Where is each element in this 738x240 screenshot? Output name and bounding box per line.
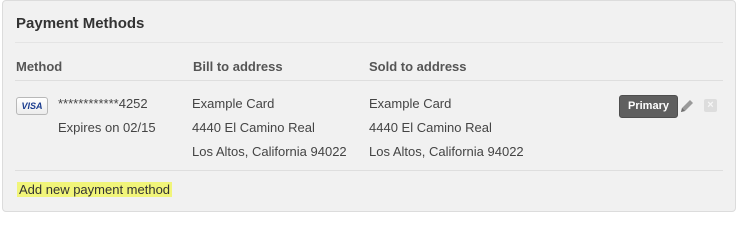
divider <box>15 42 723 43</box>
bill-to-city: Los Altos, California 94022 <box>192 144 347 159</box>
sold-to-name: Example Card <box>369 96 452 111</box>
panel-title: Payment Methods <box>16 15 145 32</box>
close-icon[interactable]: × <box>704 99 717 112</box>
divider <box>15 170 723 171</box>
card-number: ************4252 <box>58 96 148 111</box>
pencil-icon[interactable] <box>679 98 695 114</box>
primary-badge: Primary <box>619 95 678 118</box>
card-expiry: Expires on 02/15 <box>58 120 156 135</box>
column-header-sold-to: Sold to address <box>369 59 467 74</box>
sold-to-street: 4440 El Camino Real <box>369 120 492 135</box>
column-header-bill-to: Bill to address <box>193 59 283 74</box>
bill-to-street: 4440 El Camino Real <box>192 120 315 135</box>
column-header-method: Method <box>16 59 63 74</box>
bill-to-name: Example Card <box>192 96 275 111</box>
sold-to-city: Los Altos, California 94022 <box>369 144 524 159</box>
divider <box>15 80 723 81</box>
payment-methods-panel: Payment Methods Method Bill to address S… <box>2 0 736 212</box>
visa-card-icon: VISA <box>16 97 48 115</box>
add-payment-method-link[interactable]: Add new payment method <box>17 182 173 197</box>
